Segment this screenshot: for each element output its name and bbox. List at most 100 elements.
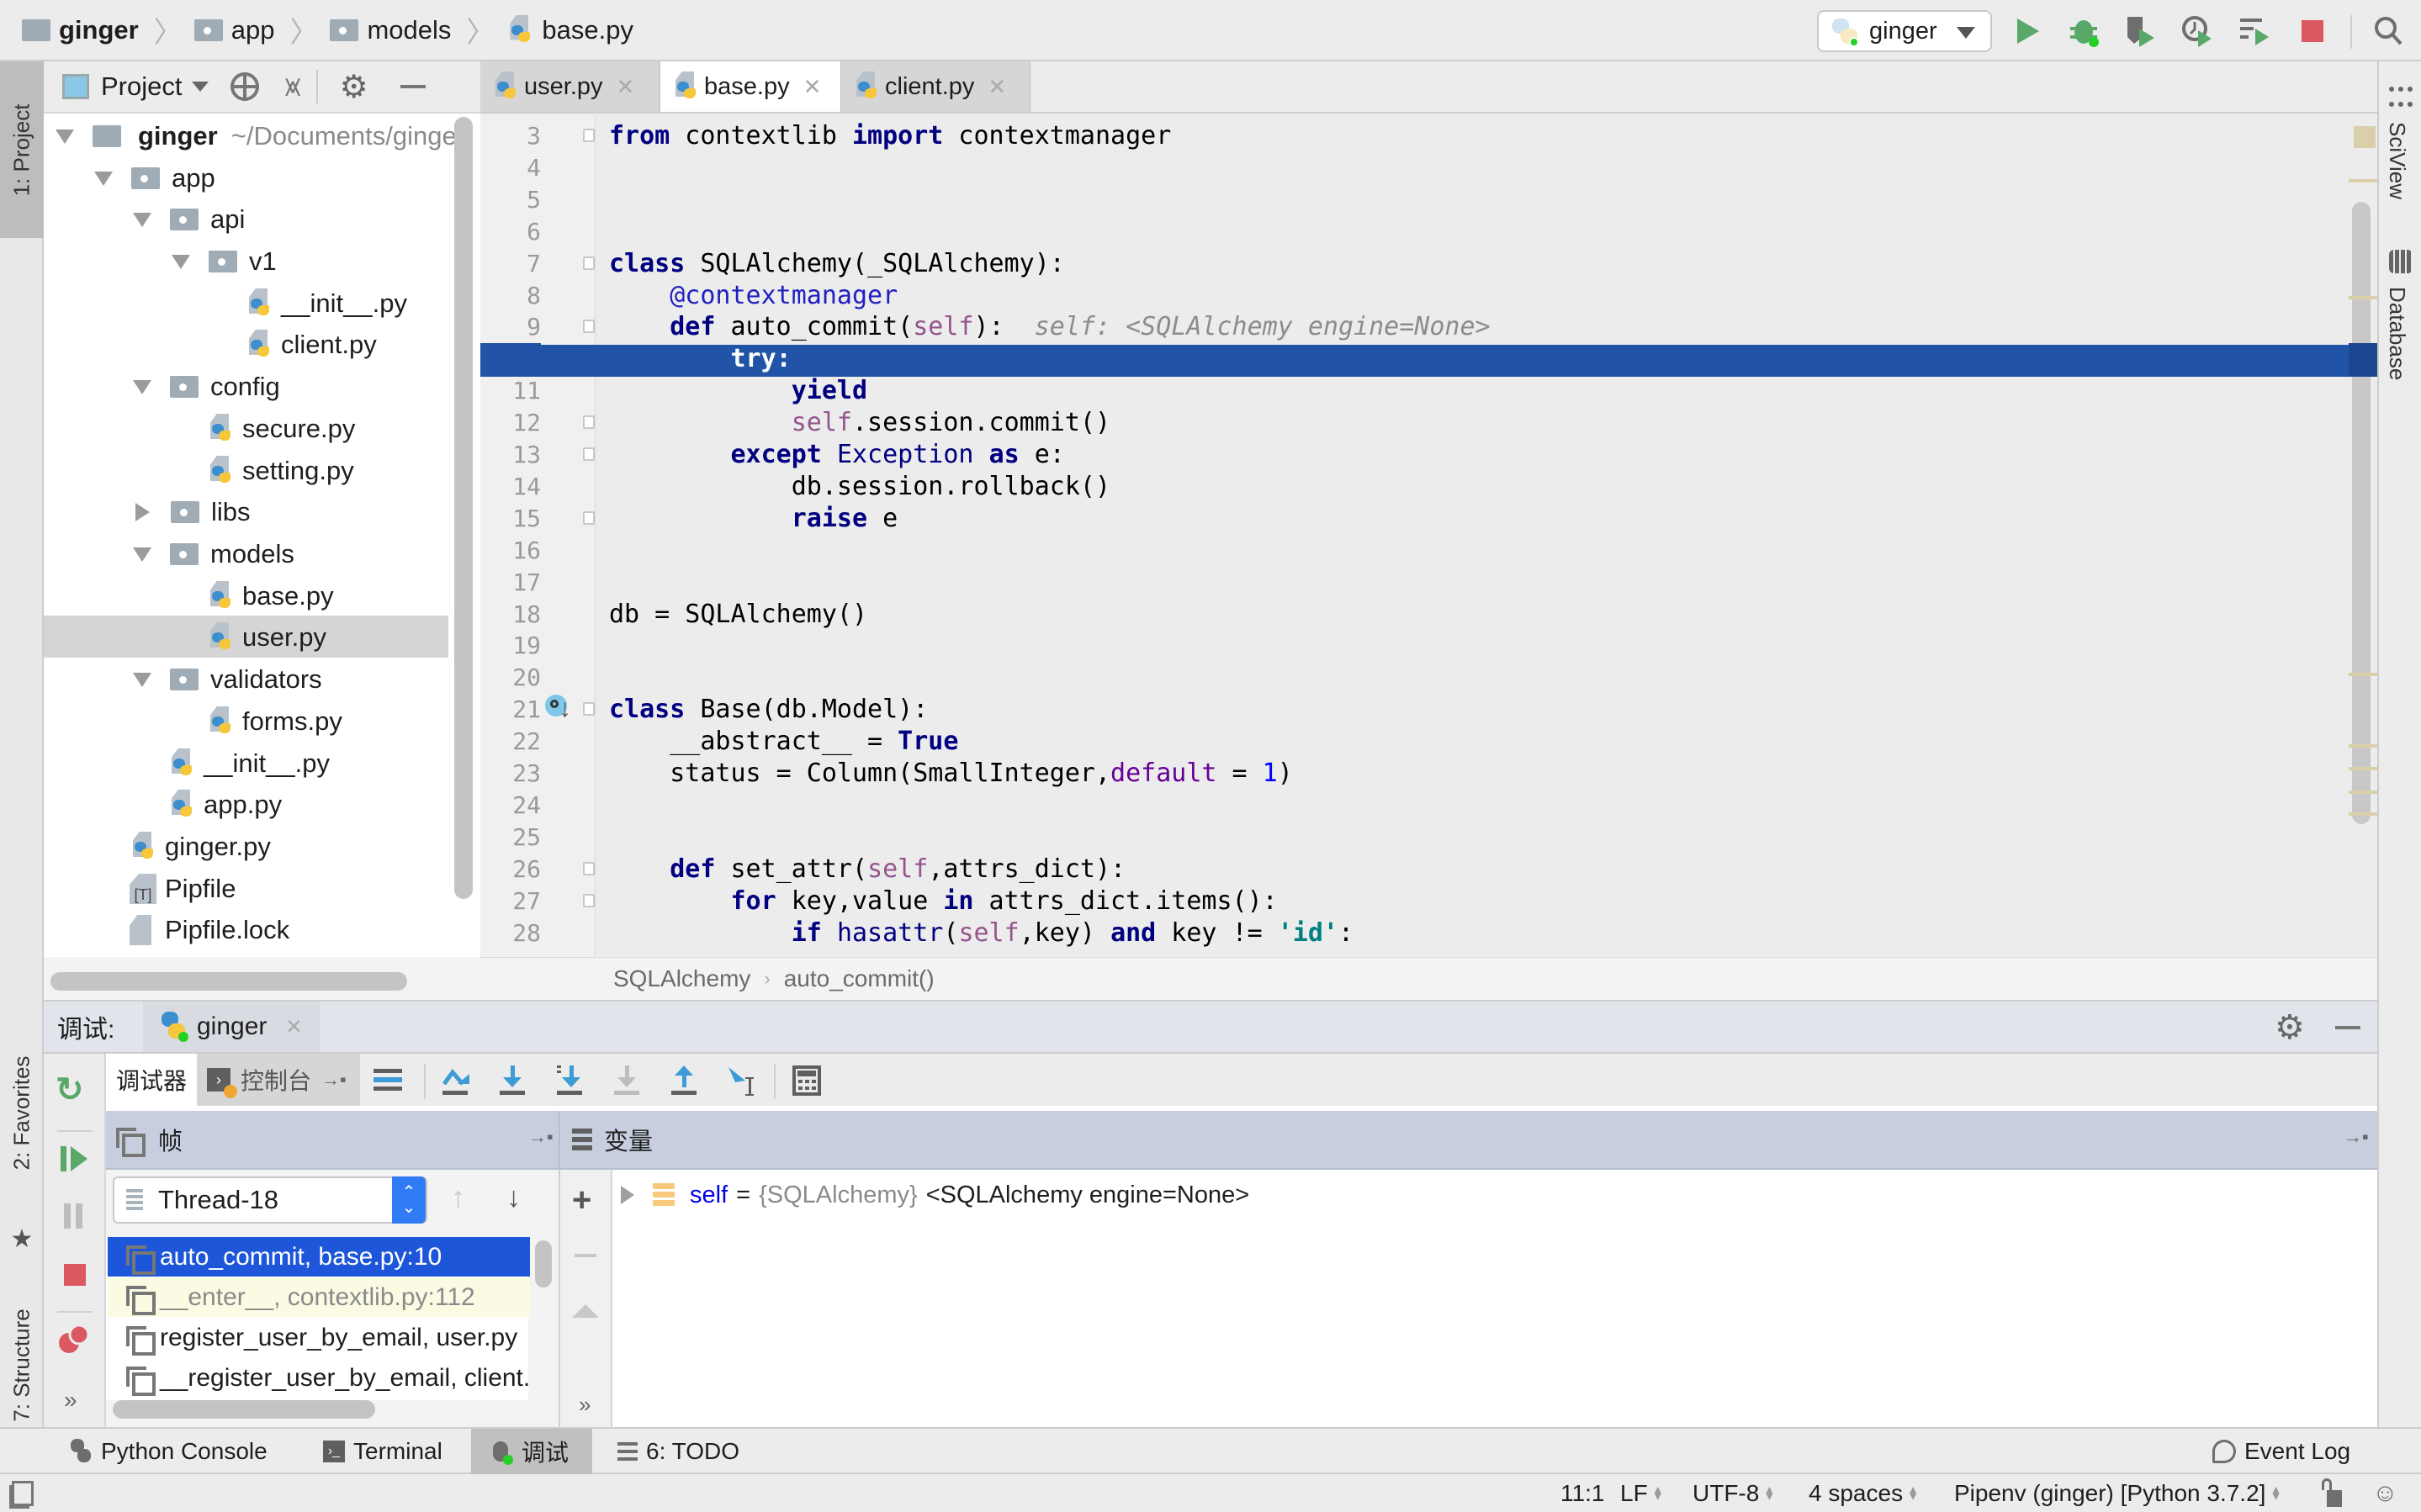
line-number[interactable]: 17 bbox=[480, 567, 541, 599]
tab-debug[interactable]: 调试 bbox=[471, 1429, 592, 1474]
tree-node-setting-py[interactable]: setting.py bbox=[207, 450, 354, 492]
line-number[interactable]: 12 bbox=[480, 407, 541, 439]
tree-node-app-init-py[interactable]: __init__.py bbox=[168, 743, 330, 785]
frames-horizontal-scrollbar[interactable] bbox=[113, 1400, 375, 1419]
locate-file-icon[interactable] bbox=[230, 72, 260, 101]
indent-select[interactable]: 4 spaces ▴ ▾ bbox=[1809, 1474, 1916, 1512]
code-editor[interactable]: from contextlib import contextmanager cla… bbox=[596, 115, 2377, 957]
error-stripe-marker[interactable] bbox=[2349, 744, 2377, 748]
line-number[interactable]: 18 bbox=[480, 599, 541, 631]
run-with-coverage-button[interactable] bbox=[2122, 12, 2160, 50]
frames-vertical-scrollbar[interactable] bbox=[535, 1240, 552, 1287]
interpreter-select[interactable]: Pipenv (ginger) [Python 3.7.2] ▴ ▾ bbox=[1954, 1474, 2279, 1512]
expand-arrow-icon[interactable] bbox=[621, 1186, 634, 1204]
error-stripe-marker[interactable] bbox=[2349, 296, 2377, 299]
error-stripe-marker[interactable] bbox=[2349, 790, 2377, 794]
line-number[interactable]: 26 bbox=[480, 854, 541, 886]
code-line[interactable]: for key,value in attrs_dict.items(): bbox=[609, 886, 1278, 917]
project-tool-tab[interactable]: 1: Project bbox=[0, 61, 44, 238]
code-line[interactable]: except Exception as e: bbox=[609, 439, 1065, 471]
code-line[interactable]: class SQLAlchemy(_SQLAlchemy): bbox=[609, 248, 1065, 280]
gear-icon[interactable]: ⚙ bbox=[340, 68, 368, 106]
event-log-button[interactable]: Event Log bbox=[2204, 1429, 2359, 1474]
line-number[interactable]: 15 bbox=[480, 503, 541, 535]
editor-vertical-scrollbar[interactable] bbox=[2352, 202, 2371, 824]
tab-python-console[interactable]: Python Console bbox=[61, 1429, 276, 1474]
code-line[interactable]: db.session.rollback() bbox=[609, 471, 1110, 503]
line-separator-select[interactable]: LF ▴ ▾ bbox=[1620, 1474, 1661, 1512]
tab-user-py[interactable]: user.py ✕ bbox=[480, 61, 660, 112]
hide-panel-icon[interactable] bbox=[2335, 1026, 2360, 1029]
collapse-all-icon[interactable]: ⩙ bbox=[284, 71, 300, 103]
toggle-tool-windows-icon[interactable] bbox=[12, 1474, 34, 1512]
next-frame-button[interactable]: ↓ bbox=[506, 1182, 521, 1214]
favorites-tool-tab[interactable]: 2: Favorites bbox=[0, 1003, 44, 1222]
code-line[interactable]: class Base(db.Model): bbox=[609, 694, 928, 726]
code-line[interactable]: self.session.commit() bbox=[609, 407, 1110, 439]
tree-node-libs[interactable]: libs bbox=[133, 491, 251, 533]
code-line[interactable]: db = SQLAlchemy() bbox=[609, 599, 867, 631]
line-number[interactable]: 5 bbox=[480, 184, 541, 216]
code-line[interactable]: from contextlib import contextmanager bbox=[609, 120, 1171, 152]
force-step-into-button[interactable] bbox=[612, 1065, 643, 1102]
tab-base-py[interactable]: base.py ✕ bbox=[660, 61, 841, 112]
concurrency-diagram-button[interactable] bbox=[2236, 12, 2275, 50]
search-everywhere-button[interactable] bbox=[2369, 12, 2408, 50]
tree-vertical-scrollbar[interactable] bbox=[454, 117, 473, 899]
breadcrumb-method[interactable]: auto_commit() bbox=[784, 965, 935, 992]
debug-session-tab[interactable]: ginger ✕ bbox=[143, 1002, 320, 1052]
sciview-tool-tab[interactable]: SciView bbox=[2379, 78, 2421, 230]
analysis-status-icon[interactable] bbox=[2354, 126, 2376, 148]
line-number[interactable]: 20 bbox=[480, 662, 541, 694]
code-line[interactable]: status = Column(SmallInteger,default = 1… bbox=[609, 758, 1293, 790]
code-line[interactable]: yield bbox=[609, 375, 867, 407]
database-tool-tab[interactable]: Database bbox=[2379, 245, 2421, 404]
frame-item[interactable]: __enter__, contextlib.py:112 bbox=[108, 1277, 530, 1317]
tree-node-client-py[interactable]: client.py bbox=[246, 324, 377, 366]
close-icon[interactable]: ✕ bbox=[285, 1015, 302, 1039]
line-number[interactable]: 8 bbox=[480, 280, 541, 312]
line-number[interactable]: 6 bbox=[480, 216, 541, 248]
line-number[interactable]: 21 bbox=[480, 694, 541, 726]
variable-item[interactable]: self = {SQLAlchemy} <SQLAlchemy engine=N… bbox=[621, 1176, 1249, 1213]
tree-node-secure-py[interactable]: secure.py bbox=[207, 408, 355, 450]
line-number[interactable]: 28 bbox=[480, 917, 541, 949]
more-actions-icon[interactable]: » bbox=[64, 1387, 77, 1414]
run-configuration-select[interactable]: ginger bbox=[1817, 10, 1992, 52]
restore-layout-icon[interactable]: →▪ bbox=[321, 1069, 347, 1091]
frame-item[interactable]: __register_user_by_email, client.py bbox=[108, 1358, 530, 1398]
breadcrumb-app[interactable]: app 〉 bbox=[193, 9, 318, 50]
tree-node-user-py[interactable]: user.py bbox=[207, 616, 326, 658]
view-breakpoints-button[interactable] bbox=[57, 1323, 93, 1361]
fold-marker-icon[interactable] bbox=[583, 415, 595, 430]
show-execution-point-button[interactable] bbox=[373, 1065, 402, 1098]
tree-node-validators[interactable]: validators bbox=[133, 658, 322, 700]
code-line[interactable]: if hasattr(self,key) and key != 'id': bbox=[609, 917, 1354, 949]
dropdown-arrow-icon[interactable] bbox=[192, 82, 209, 92]
line-number[interactable]: 23 bbox=[480, 758, 541, 790]
line-number[interactable]: 11 bbox=[480, 375, 541, 407]
profile-button[interactable] bbox=[2179, 12, 2217, 50]
encoding-select[interactable]: UTF-8 ▴ ▾ bbox=[1693, 1474, 1772, 1512]
close-icon[interactable]: ✕ bbox=[803, 74, 822, 100]
pause-button[interactable] bbox=[64, 1202, 86, 1234]
tree-node-pipfile[interactable]: [T] Pipfile bbox=[130, 868, 236, 910]
line-number[interactable]: 9 bbox=[480, 311, 541, 343]
code-line[interactable]: raise e bbox=[609, 503, 898, 535]
previous-frame-button[interactable]: ↑ bbox=[451, 1182, 465, 1214]
tab-debugger[interactable]: 调试器 bbox=[106, 1054, 197, 1106]
debug-button[interactable] bbox=[2066, 12, 2105, 50]
line-number[interactable]: 19 bbox=[480, 630, 541, 662]
fold-marker-icon[interactable] bbox=[583, 861, 595, 875]
tree-node-v1[interactable]: v1 bbox=[172, 241, 277, 283]
line-number[interactable]: 14 bbox=[480, 471, 541, 503]
tree-node-api[interactable]: api bbox=[133, 198, 245, 241]
fold-marker-icon[interactable] bbox=[583, 893, 595, 907]
code-line[interactable]: __abstract__ = True bbox=[609, 726, 958, 758]
stop-button[interactable] bbox=[2293, 12, 2332, 50]
inspector-icon[interactable]: ☺ bbox=[2372, 1474, 2398, 1512]
step-over-button[interactable] bbox=[441, 1065, 471, 1102]
lock-icon[interactable] bbox=[2322, 1474, 2342, 1512]
tree-node-forms-py[interactable]: forms.py bbox=[207, 700, 342, 743]
breadcrumb-models[interactable]: models 〉 bbox=[330, 9, 495, 50]
